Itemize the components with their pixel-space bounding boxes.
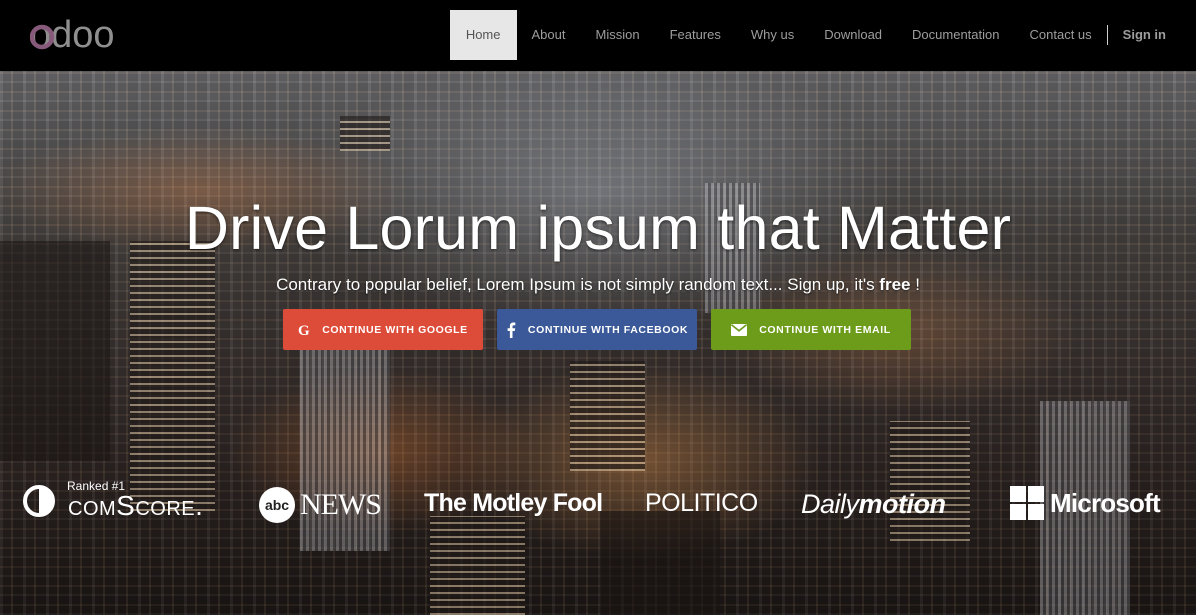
nav-download[interactable]: Download — [809, 10, 897, 60]
dailymotion-daily: Daily — [801, 489, 859, 519]
motley-fool-logo: The Motley Fool — [424, 489, 603, 517]
continue-with-facebook-label: Continue with Facebook — [527, 323, 689, 336]
comscore-ranked-label: Ranked #1 — [67, 479, 126, 493]
continue-with-email-label: Continue with Email — [759, 323, 891, 336]
continue-with-facebook-button[interactable]: Continue with Facebook — [497, 309, 697, 350]
abc-news-wordmark: NEWS — [300, 488, 382, 521]
nav-mission[interactable]: Mission — [580, 10, 654, 60]
nav-about[interactable]: About — [517, 10, 581, 60]
background-building — [0, 241, 110, 461]
hero-section: Drive Lorum ipsum that Matter Contrary t… — [0, 71, 1196, 615]
abc-badge-text: abc — [265, 497, 289, 513]
microsoft-logo: Microsoft — [1010, 486, 1161, 520]
svg-text:g: g — [298, 323, 310, 337]
abc-badge-icon: abc — [259, 487, 295, 523]
microsoft-windows-icon — [1010, 486, 1044, 520]
nav-documentation[interactable]: Documentation — [897, 10, 1014, 60]
logo-text: odoo — [30, 16, 115, 56]
nav-why-us[interactable]: Why us — [736, 10, 809, 60]
main-nav: Home About Mission Features Why us Downl… — [449, 10, 1196, 60]
email-icon — [731, 323, 748, 336]
background-building — [570, 361, 645, 471]
sign-in-link[interactable]: Sign in — [1108, 10, 1196, 60]
microsoft-wordmark: Microsoft — [1050, 487, 1161, 518]
continue-with-email-button[interactable]: Continue with Email — [711, 309, 911, 350]
hero-title: Drive Lorum ipsum that Matter — [184, 194, 1012, 262]
signup-buttons: g Continue with Google Continue with Fac… — [283, 309, 911, 350]
odoo-logo[interactable]: odoo — [30, 16, 140, 56]
abc-news-logo: abc NEWS — [258, 486, 382, 524]
nav-features[interactable]: Features — [655, 10, 736, 60]
facebook-icon — [506, 322, 516, 338]
background-building — [340, 116, 390, 151]
comscore-wordmark: comScore. — [68, 490, 204, 521]
dailymotion-motion: motion — [858, 489, 946, 519]
top-navbar: odoo Home About Mission Features Why us … — [0, 0, 1196, 71]
hero-subtitle-text: Contrary to popular belief, Lorem Ipsum … — [276, 275, 880, 294]
continue-with-google-label: Continue with Google — [322, 323, 468, 336]
continue-with-google-button[interactable]: g Continue with Google — [283, 309, 483, 350]
politico-logo: POLITICO — [645, 489, 758, 517]
hero-subtitle-end: ! — [910, 275, 920, 294]
nav-home[interactable]: Home — [449, 10, 517, 60]
google-icon: g — [298, 323, 310, 337]
nav-contact-us[interactable]: Contact us — [1015, 10, 1107, 60]
hero-subtitle: Contrary to popular belief, Lorem Ipsum … — [0, 275, 1196, 295]
dailymotion-logo: Daily motion — [801, 489, 946, 520]
comscore-logo: Ranked #1 comScore. — [22, 476, 203, 522]
hero-subtitle-free: free — [879, 275, 911, 294]
comscore-icon — [23, 485, 55, 517]
press-logos: Ranked #1 comScore. abc NEWS The Motley … — [0, 476, 1196, 536]
